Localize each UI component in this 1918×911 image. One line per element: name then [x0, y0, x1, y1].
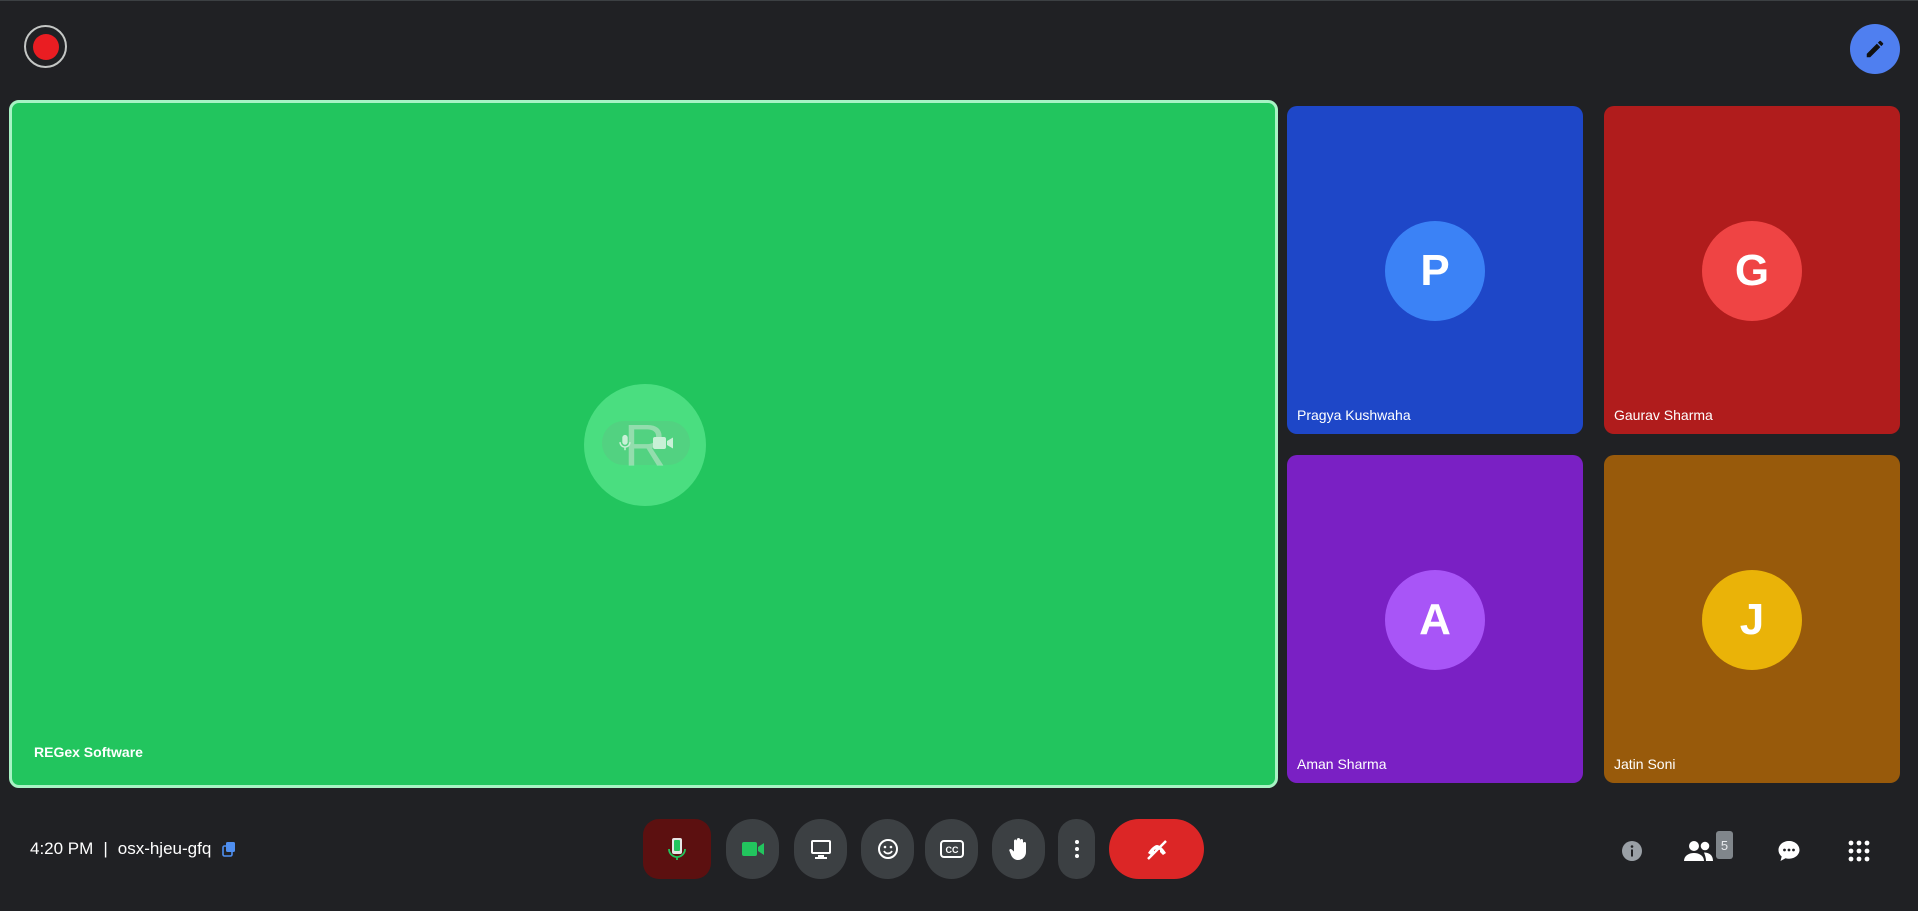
present-screen-button[interactable] [794, 819, 847, 879]
meeting-details-button[interactable] [1614, 833, 1650, 869]
participant-avatar: J [1702, 570, 1802, 670]
raise-hand-icon [1008, 838, 1026, 860]
participant-tile-aman[interactable]: A Aman Sharma [1287, 455, 1583, 783]
leave-call-icon [1146, 840, 1167, 860]
participant-count-badge: 5 [1716, 831, 1733, 859]
info-icon [1622, 841, 1642, 861]
participant-tile-pragya[interactable]: P Pragya Kushwaha [1287, 106, 1583, 434]
raise-hand-button[interactable] [992, 819, 1045, 879]
participant-avatar: P [1385, 221, 1485, 321]
people-icon [1684, 841, 1713, 861]
activities-icon [1848, 840, 1870, 862]
activities-button[interactable] [1841, 833, 1877, 869]
mic-icon [668, 838, 686, 860]
chat-button[interactable] [1771, 833, 1807, 869]
meeting-separator: | [103, 839, 108, 858]
record-icon [32, 33, 59, 60]
chat-icon [1778, 841, 1800, 861]
top-divider [0, 0, 1918, 1]
meeting-time: 4:20 PM [30, 839, 94, 858]
participant-avatar: G [1702, 221, 1802, 321]
mic-icon [619, 434, 631, 451]
main-participant-avatar: R [584, 384, 706, 506]
captions-icon: CC [939, 840, 964, 858]
mic-button[interactable] [643, 819, 711, 879]
emoji-icon [877, 839, 898, 859]
camera-icon [741, 842, 764, 856]
meeting-info: 4:20 PM | osx-hjeu-gfq [30, 839, 237, 859]
main-participant-name: REGex Software [34, 744, 143, 760]
meeting-code: osx-hjeu-gfq [117, 839, 212, 858]
pencil-icon [1866, 40, 1884, 58]
record-button[interactable] [24, 25, 67, 68]
media-status-pill [602, 421, 690, 465]
participant-tile-gaurav[interactable]: G Gaurav Sharma [1604, 106, 1900, 434]
participant-name: Pragya Kushwaha [1297, 407, 1411, 423]
participant-name: Gaurav Sharma [1614, 407, 1713, 423]
camera-icon [653, 437, 673, 449]
captions-button[interactable]: CC [925, 819, 978, 879]
more-options-button[interactable] [1058, 819, 1095, 879]
main-participant-tile[interactable]: R REGex Software [9, 100, 1278, 788]
svg-text:CC: CC [945, 845, 958, 855]
participant-name: Jatin Soni [1614, 756, 1676, 772]
more-options-icon [1074, 840, 1079, 858]
edit-button[interactable] [1850, 24, 1900, 74]
camera-button[interactable] [726, 819, 779, 879]
copy-icon[interactable] [221, 841, 237, 857]
participant-avatar: A [1385, 570, 1485, 670]
participant-tile-jatin[interactable]: J Jatin Soni [1604, 455, 1900, 783]
people-button[interactable] [1681, 833, 1717, 869]
emoji-button[interactable] [861, 819, 914, 879]
leave-call-button[interactable] [1109, 819, 1204, 879]
present-screen-icon [810, 840, 831, 859]
participant-name: Aman Sharma [1297, 756, 1387, 772]
